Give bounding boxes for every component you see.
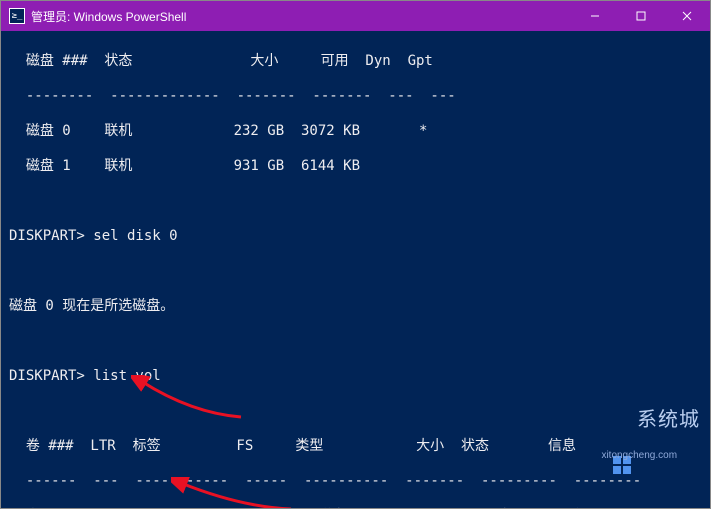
window-title: 管理员: Windows PowerShell [31, 8, 572, 25]
blank [9, 333, 702, 351]
powershell-window: ≥_ 管理员: Windows PowerShell 磁盘 ### 状态 大小 … [1, 1, 710, 508]
minimize-button[interactable] [572, 1, 618, 31]
blank [9, 263, 702, 281]
watermark-text: 系统城 [637, 409, 700, 431]
powershell-icon: ≥_ [9, 8, 25, 24]
disk-row: 磁盘 0 联机 232 GB 3072 KB * [9, 123, 702, 141]
disk-row: 磁盘 1 联机 931 GB 6144 KB [9, 158, 702, 176]
prompt-line: DISKPART> sel disk 0 [9, 228, 702, 246]
disk-header-rule: -------- ------------- ------- ------- -… [9, 88, 702, 106]
message: 磁盘 0 现在是所选磁盘。 [9, 298, 702, 316]
maximize-button[interactable] [618, 1, 664, 31]
vol-row: 卷 0 C Win10 Syste NTFS 磁盘分区 79 GB 正常 启动 [9, 508, 702, 509]
disk-header-row: 磁盘 ### 状态 大小 可用 Dyn Gpt [9, 53, 702, 71]
watermark-logo-icon [575, 434, 597, 456]
window-controls [572, 1, 710, 31]
blank [9, 193, 702, 211]
prompt-line: DISKPART> list vol [9, 368, 702, 386]
watermark: 系统城 xitongcheng.com [575, 388, 700, 503]
watermark-url: xitongcheng.com [601, 450, 700, 463]
terminal-output[interactable]: 磁盘 ### 状态 大小 可用 Dyn Gpt -------- -------… [1, 31, 710, 508]
close-button[interactable] [664, 1, 710, 31]
titlebar[interactable]: ≥_ 管理员: Windows PowerShell [1, 1, 710, 31]
